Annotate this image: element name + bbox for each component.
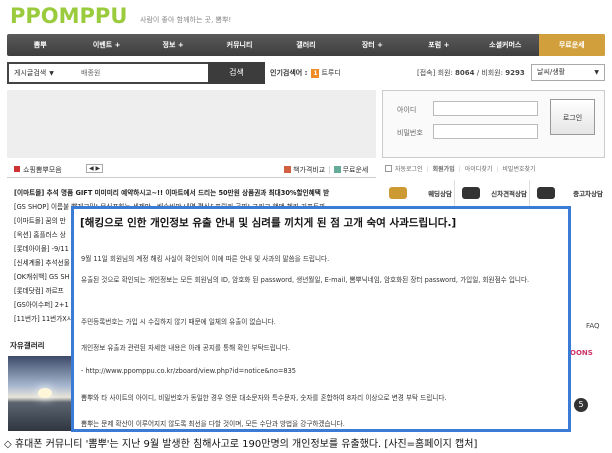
search-category-select[interactable]: 게시글검색 ▼ xyxy=(14,68,54,78)
nav-item-forum[interactable]: 포럼 + xyxy=(406,34,472,56)
stats-middle: / 비회원: xyxy=(474,69,506,77)
find-pw-link[interactable]: 비밀번호찾기 xyxy=(502,166,535,173)
login-links: 자동로그인 | 회원가입 | 아이디찾기 | 비밀번호찾기 xyxy=(385,164,536,173)
used-car-service-button[interactable]: 중고차상담 xyxy=(533,180,605,208)
find-id-link[interactable]: 아이디찾기 xyxy=(465,166,493,173)
shopping-title-text: 쇼핑뽐뿌모음 xyxy=(23,166,62,174)
password-field[interactable] xyxy=(433,124,538,139)
popular-keywords: 인기검색어 :1 트루디 xyxy=(270,68,341,78)
auto-login-label: 자동로그인 xyxy=(395,166,423,173)
stats-guests: 9293 xyxy=(505,69,525,77)
stats-prefix: [접속] 회원: xyxy=(417,69,456,77)
pw-label: 비밀번호 xyxy=(397,129,423,137)
sun-glow xyxy=(38,388,52,398)
search-input[interactable]: 배종원 xyxy=(81,68,100,78)
search-category-label: 게시글검색 xyxy=(14,69,47,77)
login-button[interactable]: 로그인 xyxy=(550,99,595,135)
chevron-down-icon: ▼ xyxy=(594,69,599,76)
popular-rank-badge: 1 xyxy=(311,69,320,78)
page: PPOMPPU 사람이 좋아 함께하는 곳, 뽐뿌! 뽐뿌 이벤트 + 정보 +… xyxy=(0,0,612,453)
photo-caption: ◇ 휴대폰 커뮤니티 '뽐뿌'는 지난 9월 발생한 침해사고로 190만명의 … xyxy=(4,439,478,450)
shopping-title: 쇼핑뽐뿌모음 xyxy=(14,165,62,175)
used-car-service-label: 중고차상담 xyxy=(573,190,603,198)
nav-item-ppomppu[interactable]: 뽐뿌 xyxy=(7,34,73,56)
popup-line: 유출된 것으로 확인되는 개인정보는 모든 회원님의 ID, 암호화 된 pas… xyxy=(81,276,530,284)
shopping-bag-icon xyxy=(14,166,20,172)
fortune-icon xyxy=(333,166,341,173)
nav-item-gallery[interactable]: 갤러리 xyxy=(273,34,339,56)
nav-item-event[interactable]: 이벤트 + xyxy=(73,34,139,56)
weather-select-value: 날씨/생활 xyxy=(537,68,566,76)
new-car-service-label: 신차견적상담 xyxy=(491,190,527,198)
nav-item-social-commerce[interactable]: 소셜커머스 xyxy=(472,34,538,56)
new-car-service-button[interactable]: 신차견적상담 xyxy=(458,180,530,208)
list-item[interactable]: [이마트몰] 추석 명품 GIFT 미미미리 예약하시고~!! 이마트에서 드리… xyxy=(14,186,376,200)
tab-book-price[interactable]: 책가격비교 xyxy=(293,166,325,174)
site-slogan: 사람이 좋아 함께하는 곳, 뽐뿌! xyxy=(140,16,232,24)
book-icon xyxy=(284,166,291,173)
id-field[interactable] xyxy=(433,101,538,116)
id-label: 아이디 xyxy=(397,106,417,114)
wedding-service-label: 웨딩상담 xyxy=(428,190,452,198)
popup-line: 9월 11일 회원님의 계정 해킹 사실이 확인되어 이에 따른 안내 및 사과… xyxy=(81,255,330,263)
join-link[interactable]: 회원가입 xyxy=(433,166,455,173)
divider: | xyxy=(496,166,499,173)
visitor-stats: [접속] 회원: 8064 / 비회원: 9293 xyxy=(417,68,525,78)
divider: | xyxy=(426,166,429,173)
auto-login-checkbox[interactable] xyxy=(385,165,392,172)
new-car-icon xyxy=(462,187,480,199)
faq-link[interactable]: FAQ xyxy=(586,322,600,330)
used-car-icon xyxy=(537,187,555,199)
divider: | xyxy=(458,166,461,173)
popup-title: [해킹으로 인한 개인정보 유출 안내 및 심려를 끼치게 된 점 고개 숙여 … xyxy=(80,217,457,229)
shopping-pager[interactable]: ◀ ▶ xyxy=(86,164,104,173)
login-box: 아이디 비밀번호 로그인 xyxy=(382,90,605,158)
stats-members: 8064 xyxy=(455,69,475,77)
popup-notice-link[interactable]: - http://www.ppomppu.co.kr/zboard/view.p… xyxy=(81,367,296,375)
popular-label: 인기검색어 : xyxy=(270,69,308,77)
popup-line: 주민등록번호는 가입 시 수집하지 않기 때문에 일체의 유출이 없습니다. xyxy=(81,318,276,326)
weather-select[interactable]: 날씨/생활 ▼ xyxy=(531,64,605,81)
search-button[interactable]: 검색 xyxy=(208,62,265,84)
popular-keyword-link[interactable]: 트루디 xyxy=(321,69,340,77)
shopping-tabs: 책가격비교 | 무료운세 xyxy=(284,165,368,175)
wedding-icon xyxy=(389,187,407,199)
side-banner-text: OONS xyxy=(570,349,593,357)
main-nav: 뽐뿌 이벤트 + 정보 + 커뮤니티 갤러리 장터 + 포럼 + 소셜커머스 무… xyxy=(7,34,605,56)
site-logo[interactable]: PPOMPPU xyxy=(10,4,127,28)
gallery-title: 자유갤러리 xyxy=(10,341,45,350)
nav-item-community[interactable]: 커뮤니티 xyxy=(206,34,272,56)
side-number-badge: 5 xyxy=(574,398,588,412)
shopping-header: 쇼핑뽐뿌모음 ◀ ▶ 책가격비교 | 무료운세 xyxy=(7,162,376,178)
wedding-service-button[interactable]: 웨딩상담 xyxy=(385,180,455,208)
banner-area xyxy=(7,90,376,158)
nav-item-fortune[interactable]: 무료운세 xyxy=(538,34,605,56)
chevron-down-icon: ▼ xyxy=(49,70,54,77)
tab-free-fortune[interactable]: 무료운세 xyxy=(343,166,369,174)
nav-item-info[interactable]: 정보 + xyxy=(140,34,206,56)
gallery-thumbnail[interactable] xyxy=(8,356,74,431)
divider: | xyxy=(328,166,331,174)
notice-popup: [해킹으로 인한 개인정보 유출 안내 및 심려를 끼치게 된 점 고개 숙여 … xyxy=(71,206,571,432)
nav-item-market[interactable]: 장터 + xyxy=(339,34,405,56)
popup-line: 개인정보 유출과 관련된 자세한 내용은 아래 공지를 통해 확인 부탁드립니다… xyxy=(81,344,291,352)
popup-line: 뽐뿌는 문제 확산이 이루어지지 않도록 최선을 다할 것이며, 모든 수단과 … xyxy=(81,420,345,428)
popup-line: 뽐뿌와 타 사이트의 아이디, 비밀번호가 동일한 경우 영문 대소문자와 특수… xyxy=(81,394,447,402)
